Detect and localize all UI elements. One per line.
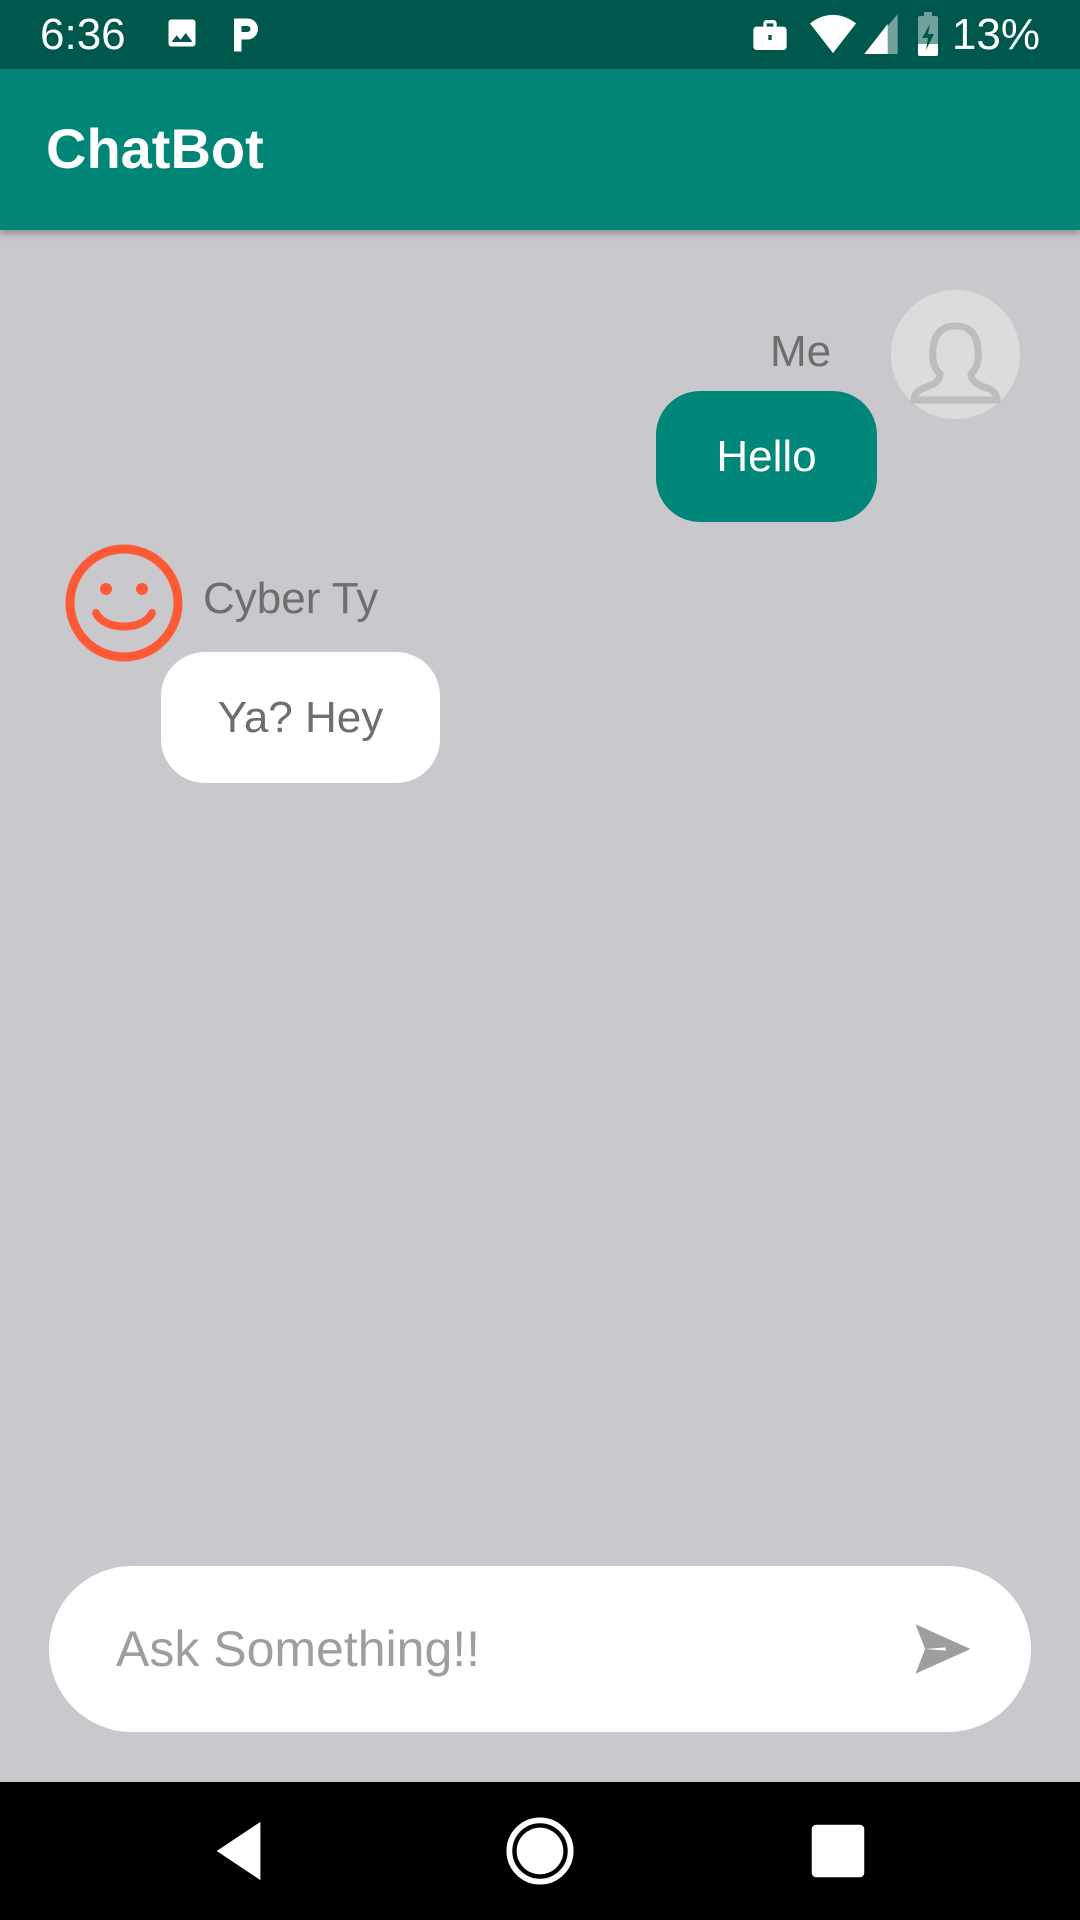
chatbot-screen: 6:36 13% ChatBot Me Hello Cyber Ty Ya? H… bbox=[0, 0, 1080, 1920]
message-input[interactable] bbox=[116, 1606, 896, 1692]
battery-percent: 13% bbox=[951, 10, 1040, 59]
sender-name: Cyber Ty bbox=[203, 574, 379, 623]
app-title: ChatBot bbox=[46, 117, 264, 180]
wifi-icon bbox=[810, 14, 856, 59]
message-text: Hello bbox=[716, 431, 817, 481]
message-bubble: Hello bbox=[656, 391, 877, 522]
home-icon[interactable] bbox=[505, 1816, 575, 1886]
signal-icon bbox=[864, 14, 898, 59]
user-silhouette-icon bbox=[891, 290, 1020, 419]
message-bubble: Ya? Hey bbox=[161, 652, 440, 783]
briefcase-icon bbox=[750, 15, 790, 60]
image-icon bbox=[164, 15, 200, 56]
chat-message-list[interactable]: Me Hello Cyber Ty Ya? Hey bbox=[0, 230, 1080, 1782]
status-time: 6:36 bbox=[40, 10, 126, 59]
message-input-bar bbox=[49, 1566, 1031, 1732]
battery-charging-icon bbox=[916, 12, 940, 61]
app-bar: ChatBot bbox=[0, 69, 1080, 230]
send-icon[interactable] bbox=[910, 1616, 976, 1682]
sender-name: Me bbox=[770, 327, 832, 376]
smiley-face-icon bbox=[64, 543, 184, 663]
status-bar: 6:36 13% bbox=[0, 0, 1080, 69]
recents-icon[interactable] bbox=[803, 1816, 873, 1886]
message-text: Ya? Hey bbox=[217, 692, 384, 742]
navigation-bar bbox=[0, 1782, 1080, 1920]
back-icon[interactable] bbox=[205, 1816, 275, 1886]
parking-icon bbox=[228, 15, 264, 60]
